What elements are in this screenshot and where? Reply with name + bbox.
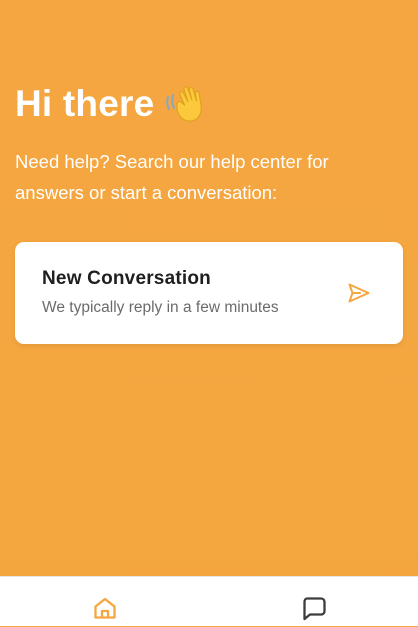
widget-header: Hi there Need help? Search our help cent… [15,80,405,208]
greeting-heading: Hi there [15,80,405,128]
chat-bubble-icon[interactable] [300,594,328,627]
header-subtitle: Need help? Search our help center for an… [15,151,329,203]
card-title: New Conversation [42,268,211,289]
bottom-navigation [0,576,418,626]
waving-hand-icon [164,83,206,125]
greeting-text: Hi there [15,83,155,124]
new-conversation-card[interactable]: New Conversation We typically reply in a… [15,242,403,344]
nav-home[interactable] [0,577,209,626]
card-subtitle: We typically reply in a few minutes [42,299,279,316]
chat-widget: Hi there Need help? Search our help cent… [0,0,418,626]
send-icon[interactable] [347,281,371,305]
home-icon[interactable] [91,594,119,627]
nav-conversations[interactable] [209,577,418,626]
